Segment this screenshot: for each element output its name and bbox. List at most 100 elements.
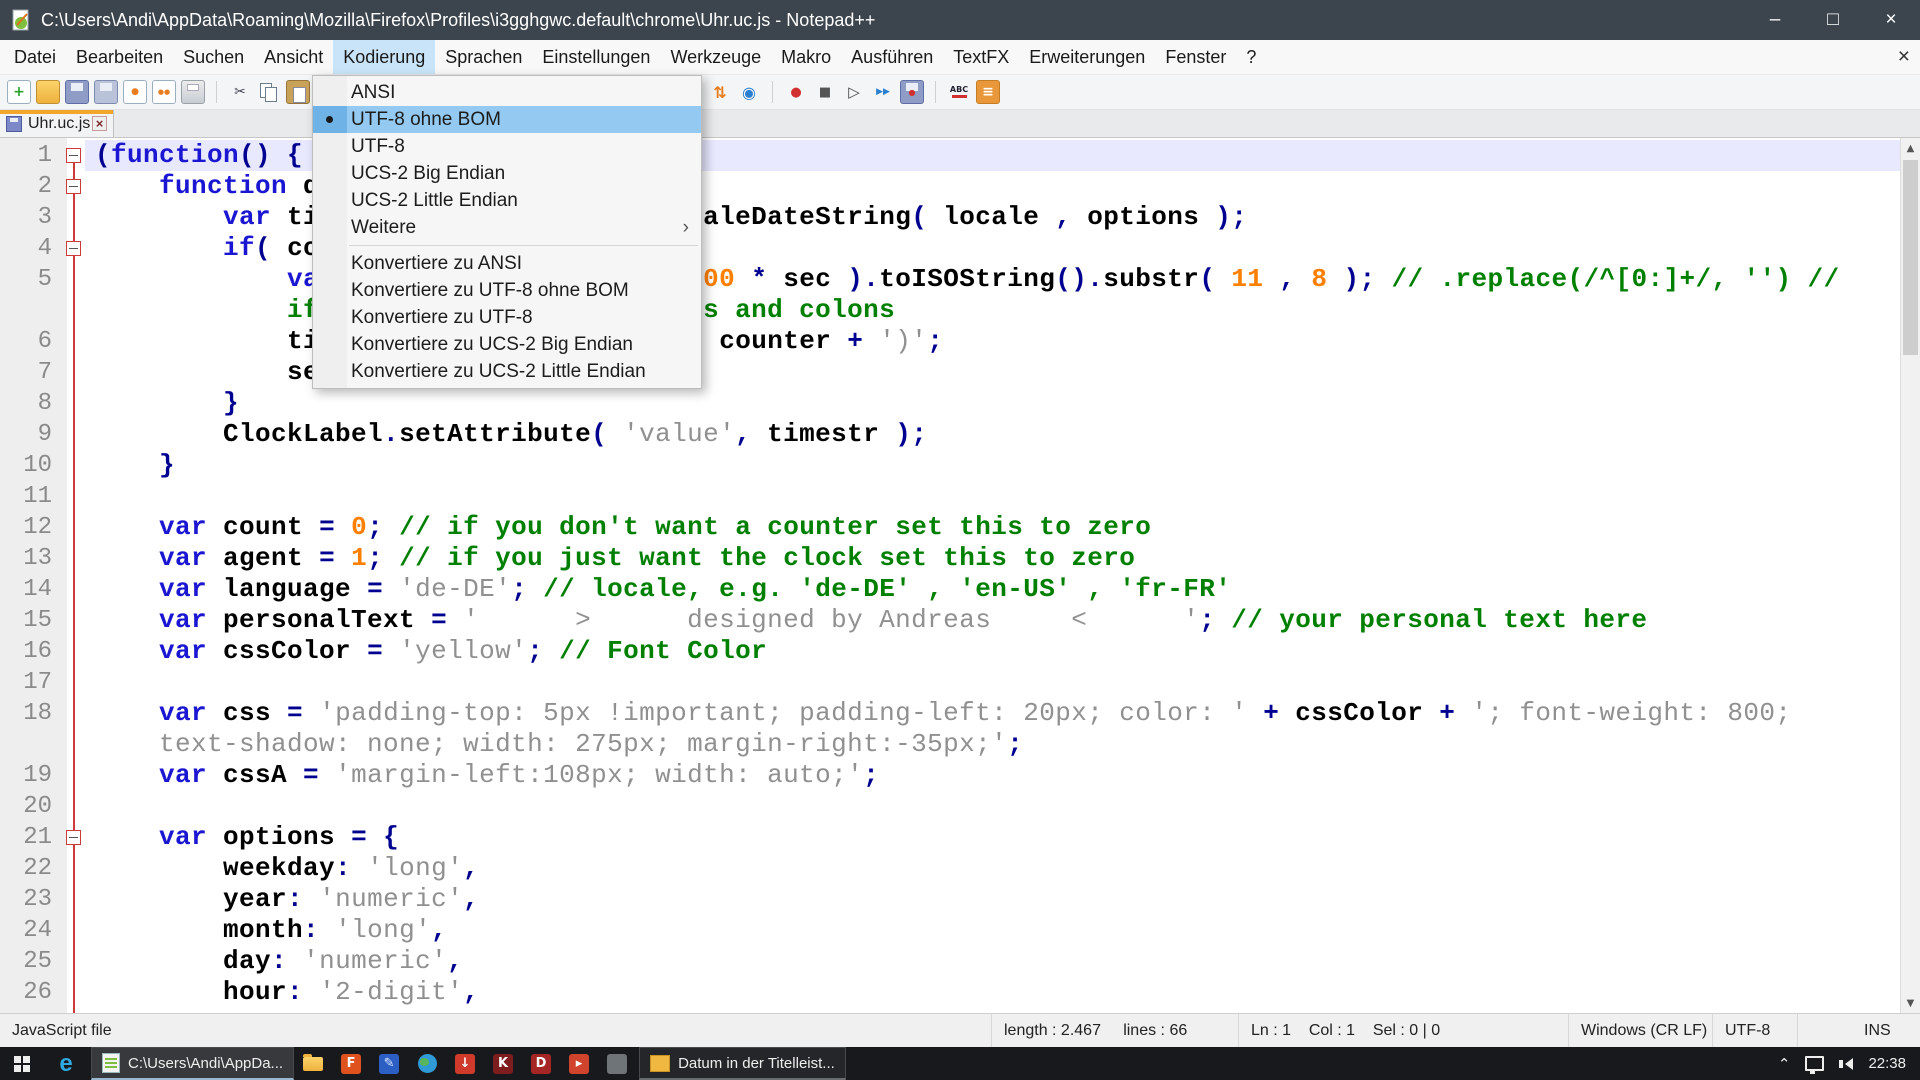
vertical-scrollbar[interactable]: ▲ ▼ <box>1900 138 1920 1013</box>
menu-werkzeuge[interactable]: Werkzeuge <box>660 40 771 74</box>
menu-item-ansi[interactable]: ANSI <box>313 79 701 106</box>
close-all-icon[interactable]: ●● <box>152 80 176 104</box>
print-icon[interactable] <box>181 80 205 104</box>
record-macro-icon[interactable]: ● <box>784 80 808 104</box>
menu-einstellungen[interactable]: Einstellungen <box>532 40 660 74</box>
spell-check-icon[interactable]: ABC <box>947 80 971 104</box>
editor[interactable]: 1(function() {2 function displayTime() {… <box>0 138 1920 1013</box>
new-file-icon[interactable]: + <box>7 80 31 104</box>
fold-collapse-icon[interactable] <box>66 241 81 256</box>
maximize-button[interactable]: □ <box>1804 0 1862 40</box>
d-app-icon[interactable]: D <box>522 1047 560 1080</box>
k-app-icon[interactable]: K <box>484 1047 522 1080</box>
open-file-icon[interactable] <box>36 80 60 104</box>
code-row[interactable]: 20 <box>0 791 1920 822</box>
menu-ansicht[interactable]: Ansicht <box>254 40 333 74</box>
tab-uhr-uc-js[interactable]: Uhr.uc.js × <box>0 110 114 137</box>
menu-erweiterungen[interactable]: Erweiterungen <box>1019 40 1155 74</box>
save-all-icon[interactable] <box>94 80 118 104</box>
menu-kodierung[interactable]: Kodierung <box>333 40 435 74</box>
code-row[interactable]: 16 var cssColor = 'yellow'; // Font Colo… <box>0 636 1920 667</box>
menu-item-weitere[interactable]: Weitere› <box>313 214 701 241</box>
menu-item-konvertiere-zu-ucs-2-big-endian[interactable]: Konvertiere zu UCS-2 Big Endian <box>313 331 701 358</box>
menu-item-ucs-2-little-endian[interactable]: UCS-2 Little Endian <box>313 187 701 214</box>
code-row[interactable]: 17 <box>0 667 1920 698</box>
code-row[interactable]: 13 var agent = 1; // if you just want th… <box>0 543 1920 574</box>
globe-icon[interactable] <box>408 1047 446 1080</box>
tab-close-icon[interactable]: × <box>92 116 107 131</box>
close-file-icon[interactable]: ● <box>123 80 147 104</box>
save-macro-icon[interactable]: ● <box>900 80 924 104</box>
menu-item-ucs-2-big-endian[interactable]: UCS-2 Big Endian <box>313 160 701 187</box>
menu-makro[interactable]: Makro <box>771 40 841 74</box>
menu-fenster[interactable]: Fenster <box>1155 40 1236 74</box>
menu-ausf-hren[interactable]: Ausführen <box>841 40 943 74</box>
code-row[interactable]: 1(function() { <box>0 140 1920 171</box>
code-row[interactable]: 8 } <box>0 388 1920 419</box>
network-icon[interactable] <box>1805 1056 1824 1071</box>
function-list-icon[interactable]: ≡ <box>976 80 1000 104</box>
code-row[interactable]: 6 timestr = timestr + ' (' + counter + '… <box>0 326 1920 357</box>
menu-item-utf-8-ohne-bom[interactable]: UTF-8 ohne BOM <box>313 106 701 133</box>
code-row[interactable]: 19 var cssA = 'margin-left:108px; width:… <box>0 760 1920 791</box>
menu-item-konvertiere-zu-utf-8-ohne-bom[interactable]: Konvertiere zu UTF-8 ohne BOM <box>313 277 701 304</box>
taskbar-window-notepadpp[interactable]: C:\Users\Andi\AppDa... <box>91 1047 294 1080</box>
volume-icon[interactable] <box>1839 1058 1853 1070</box>
scrollbar-thumb[interactable] <box>1903 160 1918 355</box>
minimize-button[interactable]: – <box>1746 0 1804 40</box>
fold-collapse-icon[interactable] <box>66 179 81 194</box>
code-row[interactable]: 18 var css = 'padding-top: 5px !importan… <box>0 698 1920 729</box>
status-eol-format[interactable]: Windows (CR LF) <box>1569 1014 1713 1047</box>
close-button[interactable]: × <box>1862 0 1920 40</box>
menu-item-konvertiere-zu-ucs-2-little-endian[interactable]: Konvertiere zu UCS-2 Little Endian <box>313 358 701 385</box>
taskbar-window-datum[interactable]: Datum in der Titelleist... <box>639 1047 846 1080</box>
copy-icon[interactable] <box>257 80 281 104</box>
cut-icon[interactable]: ✂ <box>228 80 252 104</box>
code-row[interactable]: 15 var personalText = ' > designed by An… <box>0 605 1920 636</box>
taskbar-clock[interactable]: 22:38 <box>1868 1055 1906 1072</box>
download-icon[interactable]: ↓ <box>446 1047 484 1080</box>
code-row[interactable]: 23 year: 'numeric', <box>0 884 1920 915</box>
start-button[interactable] <box>0 1047 44 1080</box>
menu-bearbeiten[interactable]: Bearbeiten <box>66 40 173 74</box>
pen-app-icon[interactable]: ✎ <box>370 1047 408 1080</box>
menu-suchen[interactable]: Suchen <box>173 40 254 74</box>
scroll-down-icon[interactable]: ▼ <box>1901 993 1920 1013</box>
edge-icon[interactable]: e <box>44 1047 88 1080</box>
menu-sprachen[interactable]: Sprachen <box>435 40 532 74</box>
code-row[interactable]: 24 month: 'long', <box>0 915 1920 946</box>
menu-datei[interactable]: Datei <box>4 40 66 74</box>
play-macro-icon[interactable]: ▷ <box>842 80 866 104</box>
menu-textfx[interactable]: TextFX <box>943 40 1019 74</box>
media-app-icon[interactable]: ▸ <box>560 1047 598 1080</box>
code-row[interactable]: 25 day: 'numeric', <box>0 946 1920 977</box>
fold-collapse-icon[interactable] <box>66 830 81 845</box>
code-row[interactable]: 12 var count = 0; // if you don't want a… <box>0 512 1920 543</box>
folder-icon[interactable] <box>294 1047 332 1080</box>
code-row[interactable]: 5 var timestr = new Date( 1000 * sec ).t… <box>0 264 1920 295</box>
fold-collapse-icon[interactable] <box>66 148 81 163</box>
code-row[interactable]: 26 hour: '2-digit', <box>0 977 1920 1008</box>
firefox-icon[interactable]: F <box>332 1047 370 1080</box>
menu-item-konvertiere-zu-ansi[interactable]: Konvertiere zu ANSI <box>313 250 701 277</box>
code-row[interactable]: 21 var options = { <box>0 822 1920 853</box>
close-document-icon[interactable]: × <box>1898 45 1910 69</box>
code-row[interactable]: 14 var language = 'de-DE'; // locale, e.… <box>0 574 1920 605</box>
status-encoding[interactable]: UTF-8 <box>1713 1014 1798 1047</box>
code-row[interactable]: 10 } <box>0 450 1920 481</box>
save-icon[interactable] <box>65 80 89 104</box>
code-row[interactable]: 9 ClockLabel.setAttribute( 'value', time… <box>0 419 1920 450</box>
paste-icon[interactable] <box>286 80 310 104</box>
run-macro-multiple-icon[interactable]: ▶▶ <box>871 80 895 104</box>
menu-[interactable]: ? <box>1236 40 1266 74</box>
scroll-up-icon[interactable]: ▲ <box>1901 138 1920 158</box>
code-row[interactable]: 7 sec = sec + 1; <box>0 357 1920 388</box>
status-insert-mode[interactable]: INS <box>1798 1014 1920 1047</box>
code-row[interactable]: 4 if( count == 1 ) { <box>0 233 1920 264</box>
code-row[interactable]: text-shadow: none; width: 275px; margin-… <box>0 729 1920 760</box>
menu-item-konvertiere-zu-utf-8[interactable]: Konvertiere zu UTF-8 <box>313 304 701 331</box>
code-row[interactable]: 3 var timestr = new Date().toLocaleDateS… <box>0 202 1920 233</box>
code-row[interactable]: 11 <box>0 481 1920 512</box>
code-row[interactable]: 22 weekday: 'long', <box>0 853 1920 884</box>
menu-item-utf-8[interactable]: UTF-8 <box>313 133 701 160</box>
